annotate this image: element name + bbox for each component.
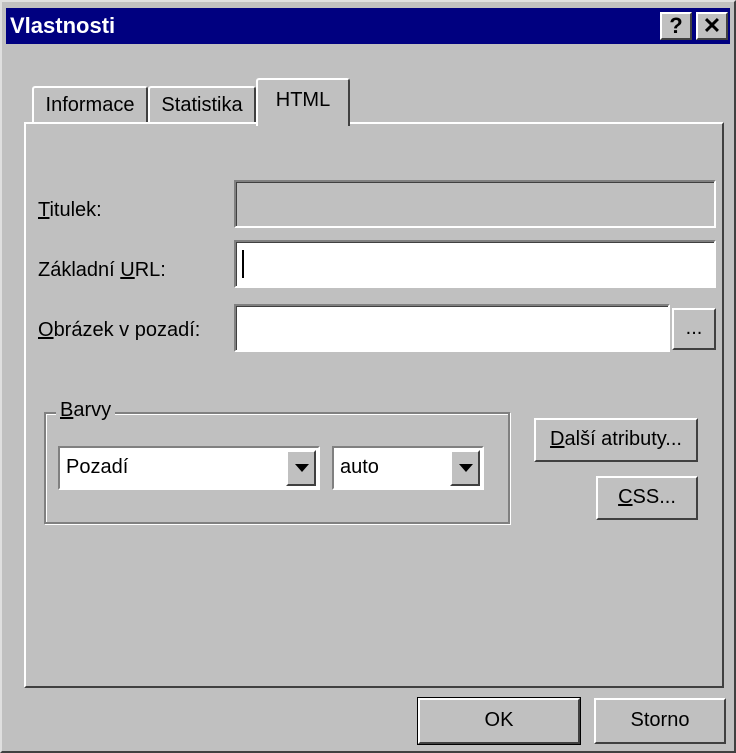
browse-label: ... — [685, 317, 703, 339]
text-caret — [242, 250, 244, 278]
titulek-label: Titulek: — [38, 199, 102, 221]
ok-button[interactable]: OK — [417, 697, 581, 745]
close-icon: ✕ — [702, 13, 722, 38]
css-button[interactable]: CSS... — [596, 476, 698, 520]
obrazek-label: Obrázek v pozadí: — [38, 319, 201, 341]
help-button[interactable]: ? — [660, 12, 692, 40]
storno-button[interactable]: Storno — [594, 698, 726, 744]
tab-label: HTML — [275, 89, 331, 111]
barvy-group: Barvy Pozadí auto — [44, 399, 510, 524]
more-attributes-button[interactable]: Další atributy... — [534, 418, 698, 462]
color-element-value: Pozadí — [66, 456, 129, 478]
dropdown-button[interactable] — [450, 450, 480, 486]
chevron-down-icon — [295, 464, 309, 472]
titulek-field[interactable] — [234, 180, 716, 228]
tab-label: Informace — [45, 94, 135, 116]
tab-informace[interactable]: Informace — [32, 86, 148, 124]
close-button[interactable]: ✕ — [696, 12, 728, 40]
color-value-select[interactable]: auto — [332, 446, 484, 490]
chevron-down-icon — [459, 464, 473, 472]
storno-label: Storno — [630, 709, 690, 731]
properties-dialog: Vlastnosti ? ✕ Informace Statistika HTML… — [0, 0, 736, 753]
color-value: auto — [340, 456, 379, 478]
tab-label: Statistika — [161, 94, 243, 116]
zakladni-url-label: Základní URL: — [38, 259, 166, 281]
color-element-select[interactable]: Pozadí — [58, 446, 320, 490]
browse-button[interactable]: ... — [672, 308, 716, 350]
help-icon: ? — [669, 13, 683, 38]
ok-label: OK — [484, 709, 514, 731]
tab-statistika[interactable]: Statistika — [148, 86, 256, 124]
tab-html[interactable]: HTML — [256, 78, 350, 126]
title-bar: Vlastnosti ? ✕ — [6, 8, 730, 44]
dropdown-button[interactable] — [286, 450, 316, 486]
barvy-legend: Barvy — [56, 399, 116, 422]
background-image-input[interactable] — [234, 304, 670, 352]
base-url-input[interactable] — [234, 240, 716, 288]
window-title: Vlastnosti — [10, 13, 116, 38]
